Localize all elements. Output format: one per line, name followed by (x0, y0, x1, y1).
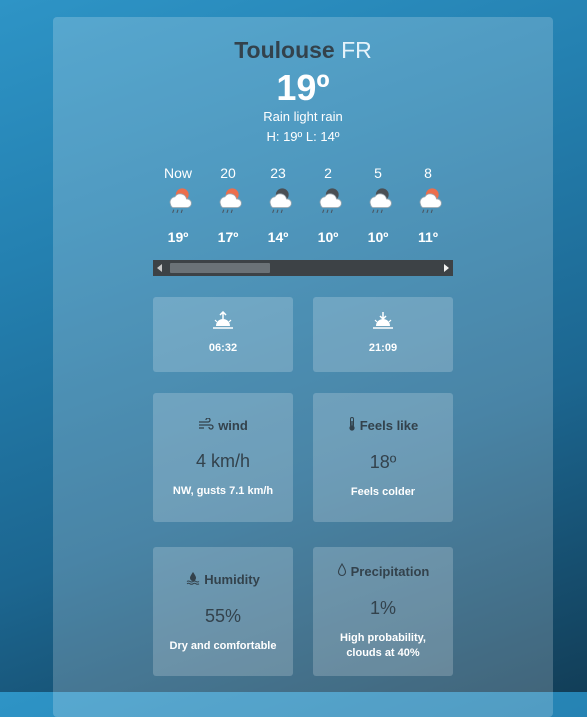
rain-moon-icon (353, 183, 403, 223)
sunset-card: 21:09 (313, 297, 453, 372)
precipitation-title: Precipitation (350, 564, 430, 579)
humidity-title-row: Humidity (186, 571, 260, 588)
hour-item: 2 10º (303, 163, 353, 247)
feels-like-card: Feels like 18º Feels colder (313, 393, 453, 522)
hour-temperature: 10º (367, 229, 389, 245)
hour-item: Now 19º (153, 163, 203, 247)
hour-time: 2 (324, 165, 332, 181)
high-low-temperature: H: 19º L: 14º (266, 129, 340, 144)
wind-title-row: wind (198, 417, 248, 433)
hour-temperature: 10º (317, 229, 339, 245)
hour-time: 8 (424, 165, 432, 181)
current-temperature: 19º (276, 67, 330, 108)
precipitation-card: Precipitation 1% High probability, cloud… (313, 547, 453, 676)
wind-title: wind (218, 418, 248, 433)
rain-sun-icon (403, 183, 453, 223)
rain-sun-icon (153, 183, 203, 223)
humidity-note: Dry and comfortable (169, 640, 277, 652)
wind-speed: 4 km/h (195, 451, 251, 471)
hourly-forecast[interactable]: Now 19º 20 17º 23 14º 2 10º 5 10º 8 11º (153, 163, 453, 263)
wind-card: wind 4 km/h NW, gusts 7.1 km/h (153, 393, 293, 522)
humidity-card: Humidity 55% Dry and comfortable (153, 547, 293, 676)
weather-description: Rain light rain (263, 109, 343, 124)
scrollbar-thumb[interactable] (170, 263, 270, 273)
location-header: Toulouse FR (53, 37, 553, 64)
sunrise-time: 06:32 (208, 342, 238, 354)
hour-time: Now (163, 165, 192, 181)
scroll-left-arrow-icon[interactable] (157, 264, 162, 272)
feels-like-value: 18º (369, 452, 397, 472)
scroll-right-arrow-icon[interactable] (444, 264, 449, 272)
hour-item: 20 17º (203, 163, 253, 247)
hour-temperature: 14º (267, 229, 289, 245)
sunset-icon (313, 297, 453, 336)
feels-like-note: Feels colder (350, 486, 416, 498)
country-code: FR (341, 37, 372, 63)
sunrise-card: 06:32 (153, 297, 293, 372)
feels-like-title: Feels like (359, 418, 419, 433)
hour-item: 8 11º (403, 163, 453, 247)
precipitation-title-row: Precipitation (337, 562, 430, 580)
rain-moon-icon (253, 183, 303, 223)
rain-sun-icon (203, 183, 253, 223)
weather-panel: Toulouse FR 19º Rain light rain H: 19º L… (53, 17, 553, 717)
rain-moon-icon (303, 183, 353, 223)
hour-time: 20 (220, 165, 236, 181)
hour-time: 5 (374, 165, 382, 181)
hour-temperature: 11º (418, 229, 438, 245)
hour-temperature: 19º (167, 229, 189, 245)
city-name: Toulouse (234, 37, 335, 63)
hour-temperature: 17º (217, 229, 239, 245)
sunrise-icon (153, 297, 293, 336)
hour-item: 5 10º (353, 163, 403, 247)
precipitation-note: High probability, clouds at 40% (340, 632, 426, 659)
humidity-value: 55% (204, 606, 242, 626)
hour-item: 23 14º (253, 163, 303, 247)
humidity-title: Humidity (204, 572, 260, 587)
sunset-time: 21:09 (368, 342, 398, 354)
thermometer-icon (348, 417, 356, 434)
humidity-icon (186, 571, 200, 588)
wind-note: NW, gusts 7.1 km/h (172, 485, 274, 497)
hourly-scrollbar[interactable] (153, 260, 453, 276)
precipitation-value: 1% (369, 598, 396, 618)
droplet-icon (337, 562, 347, 580)
feels-like-title-row: Feels like (348, 417, 419, 434)
hour-time: 23 (270, 165, 286, 181)
wind-icon (198, 417, 214, 433)
